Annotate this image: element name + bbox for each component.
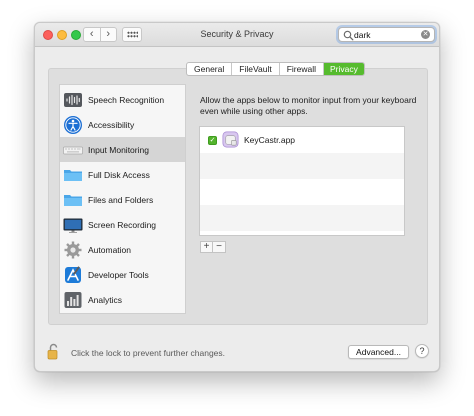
sidebar-item-accessibility[interactable]: Accessibility	[60, 112, 185, 137]
forward-button[interactable]: ›	[101, 28, 117, 41]
app-checkbox[interactable]: ✓	[208, 136, 217, 145]
minimize-window-button[interactable]	[57, 30, 67, 40]
privacy-category-list: Speech Recognition Accessibility Input M…	[59, 84, 186, 314]
analytics-icon	[63, 290, 83, 310]
sidebar-item-speech-recognition[interactable]: Speech Recognition	[60, 87, 185, 112]
keycastr-app-icon	[222, 131, 239, 148]
security-privacy-window: ‹ › Security & Privacy ✕ General FileVau…	[34, 22, 440, 372]
sidebar-item-label: Files and Folders	[88, 194, 154, 205]
sidebar-item-full-disk-access[interactable]: Full Disk Access	[60, 162, 185, 187]
sidebar-item-analytics[interactable]: Analytics	[60, 287, 185, 312]
sidebar-item-label: Automation	[88, 244, 131, 255]
app-name: KeyCastr.app	[244, 135, 296, 145]
clear-search-icon[interactable]: ✕	[421, 30, 430, 39]
add-app-button[interactable]: +	[200, 241, 213, 253]
advanced-button[interactable]: Advanced...	[348, 345, 409, 359]
search-input[interactable]	[354, 29, 420, 41]
list-item	[200, 153, 404, 179]
tab-firewall[interactable]: Firewall	[280, 63, 324, 75]
list-item[interactable]: ✓ KeyCastr.app	[200, 127, 404, 153]
show-all-button[interactable]	[122, 27, 142, 42]
remove-app-button[interactable]: −	[213, 241, 226, 253]
grid-icon	[126, 31, 138, 38]
developer-tools-icon	[63, 265, 83, 285]
lock-status-text: Click the lock to prevent further change…	[71, 348, 226, 358]
title-bar: ‹ › Security & Privacy ✕	[35, 23, 439, 47]
chevron-right-icon: ›	[106, 28, 111, 40]
speech-recognition-icon	[63, 90, 83, 110]
back-button[interactable]: ‹	[84, 28, 101, 41]
list-item	[200, 205, 404, 231]
help-button[interactable]: ?	[415, 344, 429, 358]
zoom-window-button[interactable]	[71, 30, 81, 40]
tab-filevault[interactable]: FileVault	[232, 63, 280, 75]
screen-icon	[63, 215, 83, 235]
tab-privacy[interactable]: Privacy	[323, 63, 364, 75]
close-window-button[interactable]	[43, 30, 53, 40]
tab-general[interactable]: General	[187, 63, 233, 75]
tab-bar: General FileVault Firewall Privacy	[186, 62, 365, 76]
gear-icon	[63, 240, 83, 260]
chevron-left-icon: ‹	[89, 28, 94, 40]
sidebar-item-input-monitoring[interactable]: Input Monitoring	[60, 137, 185, 162]
folder-icon	[63, 165, 83, 185]
search-icon	[343, 30, 354, 41]
search-field[interactable]: ✕	[338, 27, 435, 42]
navigation-buttons: ‹ ›	[83, 27, 117, 42]
sidebar-item-label: Screen Recording	[88, 219, 157, 230]
folder-icon	[63, 190, 83, 210]
sidebar-item-label: Accessibility	[88, 119, 135, 130]
sidebar-item-label: Developer Tools	[88, 269, 149, 280]
sidebar-item-files-and-folders[interactable]: Files and Folders	[60, 187, 185, 212]
sidebar-item-label: Input Monitoring	[88, 144, 149, 155]
list-item	[200, 179, 404, 205]
sidebar-item-label: Speech Recognition	[88, 94, 165, 105]
app-list: ✓ KeyCastr.app	[199, 126, 405, 236]
sidebar-item-label: Full Disk Access	[88, 169, 150, 180]
add-remove-control: + −	[200, 241, 226, 253]
sidebar-item-automation[interactable]: Automation	[60, 237, 185, 262]
sidebar-item-label: Analytics	[88, 294, 123, 305]
sidebar-item-developer-tools[interactable]: Developer Tools	[60, 262, 185, 287]
keyboard-icon	[63, 140, 83, 160]
accessibility-icon	[63, 115, 83, 135]
input-monitoring-description: Allow the apps below to monitor input fr…	[200, 95, 417, 116]
sidebar-item-screen-recording[interactable]: Screen Recording	[60, 212, 185, 237]
unlocked-lock-icon[interactable]	[47, 343, 61, 360]
